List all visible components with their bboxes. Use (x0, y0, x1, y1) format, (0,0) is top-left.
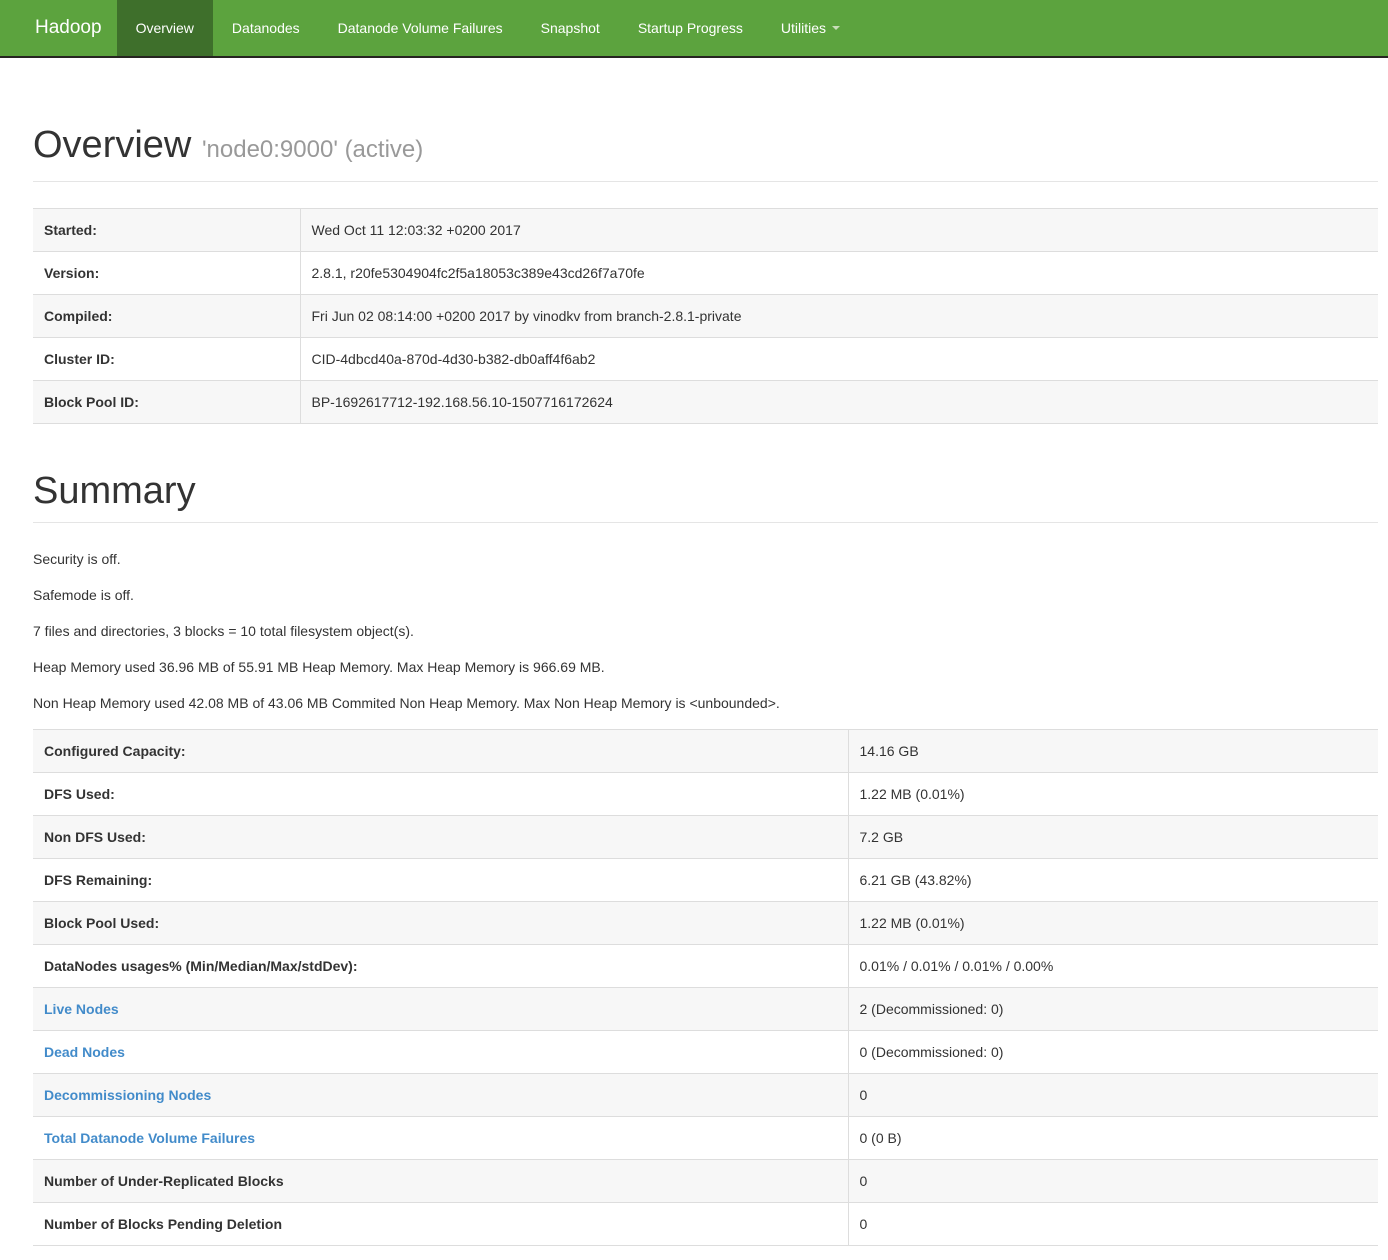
overview-row: Compiled:Fri Jun 02 08:14:00 +0200 2017 … (33, 295, 1378, 338)
summary-row: Live Nodes 2 (Decommissioned: 0) (33, 988, 1378, 1031)
row-value: 0 (Decommissioned: 0) (848, 1031, 1378, 1074)
summary-line: Heap Memory used 36.96 MB of 55.91 MB He… (33, 657, 1378, 677)
tab-label: Snapshot (541, 20, 600, 36)
row-value: CID-4dbcd40a-870d-4d30-b382-db0aff4f6ab2 (300, 338, 1378, 381)
total-datanode-volume-failures-link[interactable]: Total Datanode Volume Failures (44, 1130, 255, 1146)
summary-title: Summary (33, 470, 1378, 512)
summary-row: Block Pool Used:1.22 MB (0.01%) (33, 902, 1378, 945)
summary-divider (33, 522, 1378, 523)
row-label: Number of Blocks Pending Deletion (33, 1203, 848, 1246)
live-nodes-link[interactable]: Live Nodes (44, 1001, 119, 1017)
tab-utilities[interactable]: Utilities (762, 0, 859, 56)
summary-row: Number of Under-Replicated Blocks0 (33, 1160, 1378, 1203)
tab-datanodes[interactable]: Datanodes (213, 0, 319, 56)
summary-line: Security is off. (33, 549, 1378, 569)
row-label: Block Pool Used: (33, 902, 848, 945)
row-value: 0 (848, 1074, 1378, 1117)
row-value: 0 (0 B) (848, 1117, 1378, 1160)
row-value: 0 (848, 1203, 1378, 1246)
title-divider (33, 181, 1378, 182)
row-label: Live Nodes (33, 988, 848, 1031)
row-value: Wed Oct 11 12:03:32 +0200 2017 (300, 209, 1378, 252)
navbar-item-datanode-volume-failures: Datanode Volume Failures (319, 0, 522, 56)
tab-label: Overview (136, 20, 194, 36)
overview-row: Version:2.8.1, r20fe5304904fc2f5a18053c3… (33, 252, 1378, 295)
summary-row: DataNodes usages% (Min/Median/Max/stdDev… (33, 945, 1378, 988)
navbar-item-overview: Overview (117, 0, 213, 56)
row-value: 0 (848, 1160, 1378, 1203)
row-label: DataNodes usages% (Min/Median/Max/stdDev… (33, 945, 848, 988)
row-value: 14.16 GB (848, 730, 1378, 773)
overview-row: Block Pool ID:BP-1692617712-192.168.56.1… (33, 381, 1378, 424)
row-label: Total Datanode Volume Failures (33, 1117, 848, 1160)
row-label: DFS Remaining: (33, 859, 848, 902)
tab-datanode-volume-failures[interactable]: Datanode Volume Failures (319, 0, 522, 56)
row-label: Number of Under-Replicated Blocks (33, 1160, 848, 1203)
row-label: Dead Nodes (33, 1031, 848, 1074)
row-label: Decommissioning Nodes (33, 1074, 848, 1117)
navbar-item-datanodes: Datanodes (213, 0, 319, 56)
page-title-text: Overview (33, 124, 191, 166)
overview-row: Started:Wed Oct 11 12:03:32 +0200 2017 (33, 209, 1378, 252)
row-value: Fri Jun 02 08:14:00 +0200 2017 by vinodk… (300, 295, 1378, 338)
navbar-item-startup-progress: Startup Progress (619, 0, 762, 56)
overview-row: Cluster ID:CID-4dbcd40a-870d-4d30-b382-d… (33, 338, 1378, 381)
row-label: Cluster ID: (33, 338, 300, 381)
decommissioning-nodes-link[interactable]: Decommissioning Nodes (44, 1087, 211, 1103)
row-label: Started: (33, 209, 300, 252)
summary-row: DFS Remaining:6.21 GB (43.82%) (33, 859, 1378, 902)
navbar-item-snapshot: Snapshot (522, 0, 619, 56)
row-value: 6.21 GB (43.82%) (848, 859, 1378, 902)
summary-row: Total Datanode Volume Failures 0 (0 B) (33, 1117, 1378, 1160)
navbar-brand[interactable]: Hadoop (20, 0, 117, 56)
summary-row: Configured Capacity:14.16 GB (33, 730, 1378, 773)
tab-overview[interactable]: Overview (117, 0, 213, 56)
summary-row: DFS Used:1.22 MB (0.01%) (33, 773, 1378, 816)
row-value: 2 (Decommissioned: 0) (848, 988, 1378, 1031)
page-title: Overview 'node0:9000' (active) (33, 124, 1378, 171)
summary-row: Non DFS Used:7.2 GB (33, 816, 1378, 859)
navbar-menu: Overview Datanodes Datanode Volume Failure… (117, 0, 859, 56)
row-label: Compiled: (33, 295, 300, 338)
summary-row: Dead Nodes 0 (Decommissioned: 0) (33, 1031, 1378, 1074)
summary-table: Configured Capacity:14.16 GBDFS Used:1.2… (33, 729, 1378, 1246)
summary-row: Decommissioning Nodes 0 (33, 1074, 1378, 1117)
row-label: DFS Used: (33, 773, 848, 816)
chevron-down-icon (832, 26, 840, 30)
row-label: Block Pool ID: (33, 381, 300, 424)
overview-table: Started:Wed Oct 11 12:03:32 +0200 2017Ve… (33, 208, 1378, 424)
row-value: 2.8.1, r20fe5304904fc2f5a18053c389e43cd2… (300, 252, 1378, 295)
tab-label: Startup Progress (638, 20, 743, 36)
row-label: Version: (33, 252, 300, 295)
row-label: Configured Capacity: (33, 730, 848, 773)
row-value: 1.22 MB (0.01%) (848, 773, 1378, 816)
page-content: Overview 'node0:9000' (active) Started:W… (33, 124, 1378, 1246)
row-value: 7.2 GB (848, 816, 1378, 859)
row-value: 1.22 MB (0.01%) (848, 902, 1378, 945)
tab-snapshot[interactable]: Snapshot (522, 0, 619, 56)
page-subtitle: 'node0:9000' (active) (202, 136, 423, 163)
row-label: Non DFS Used: (33, 816, 848, 859)
navbar: Hadoop Overview Datanodes Datanode Volume … (0, 0, 1388, 58)
summary-line: 7 files and directories, 3 blocks = 10 t… (33, 621, 1378, 641)
tab-label: Datanodes (232, 20, 300, 36)
tab-startup-progress[interactable]: Startup Progress (619, 0, 762, 56)
summary-paragraphs: Security is off. Safemode is off. 7 files … (33, 549, 1378, 713)
navbar-item-utilities: Utilities (762, 0, 859, 56)
summary-line: Non Heap Memory used 42.08 MB of 43.06 M… (33, 693, 1378, 713)
summary-row: Number of Blocks Pending Deletion0 (33, 1203, 1378, 1246)
tab-label: Utilities (781, 20, 826, 36)
row-value: BP-1692617712-192.168.56.10-150771617262… (300, 381, 1378, 424)
dead-nodes-link[interactable]: Dead Nodes (44, 1044, 125, 1060)
tab-label: Datanode Volume Failures (338, 20, 503, 36)
summary-line: Safemode is off. (33, 585, 1378, 605)
row-value: 0.01% / 0.01% / 0.01% / 0.00% (848, 945, 1378, 988)
